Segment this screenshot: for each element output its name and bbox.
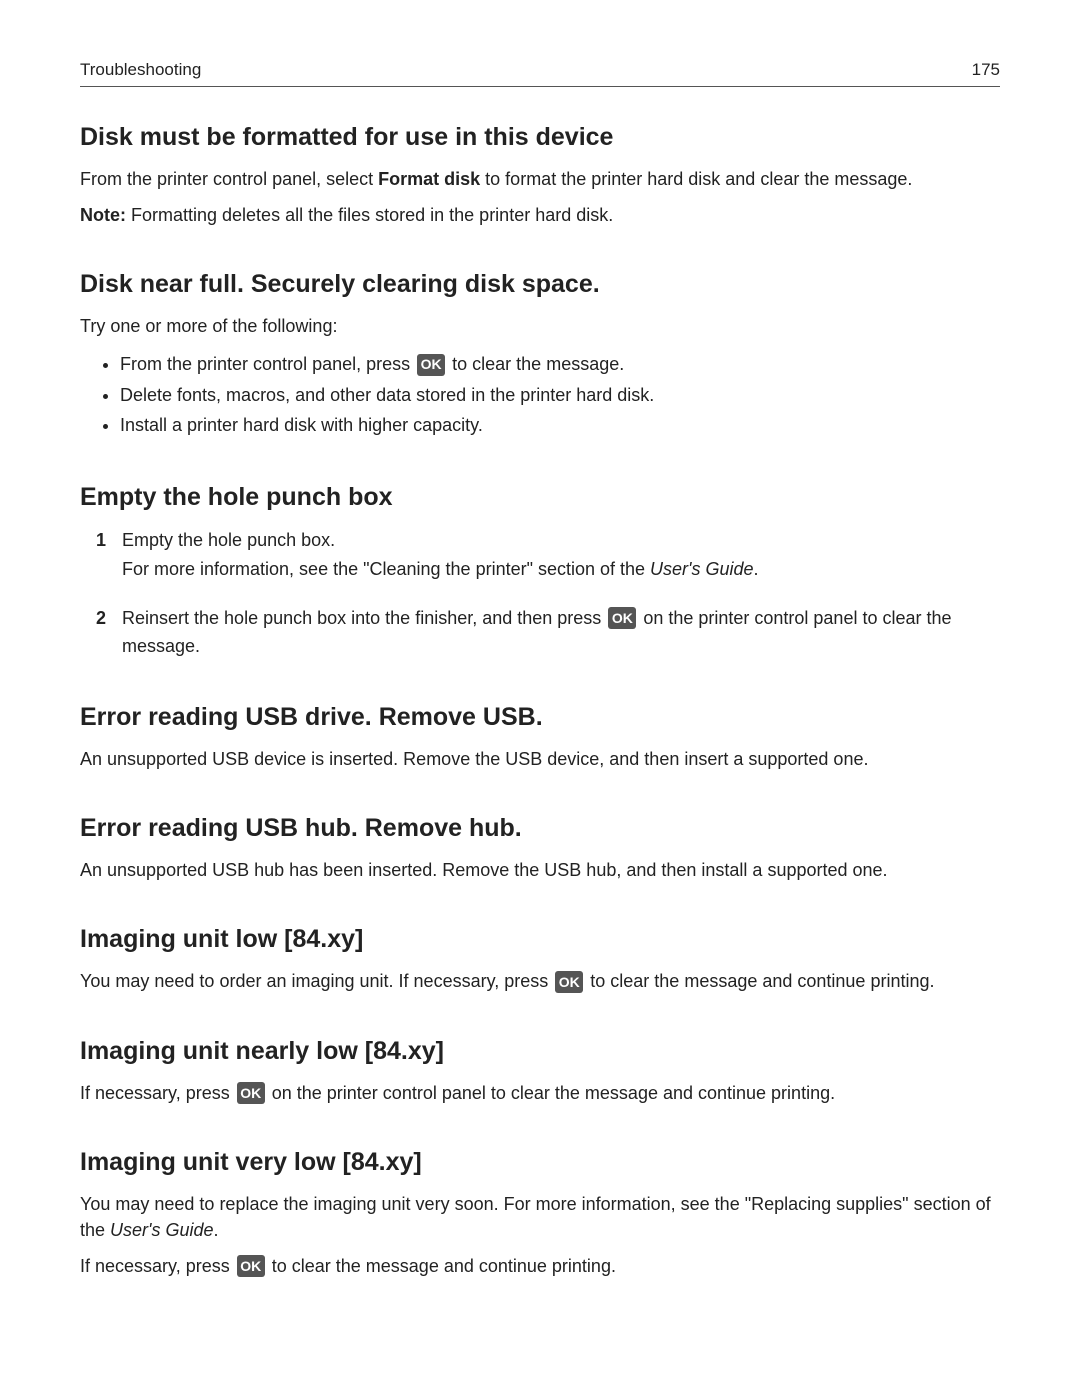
text-fragment: Empty the hole punch box. — [122, 530, 335, 550]
text-usb-drive: An unsupported USB device is inserted. R… — [80, 746, 1000, 772]
text-fragment: If necessary, press — [80, 1256, 235, 1276]
text-try-intro: Try one or more of the following: — [80, 313, 1000, 339]
text-fragment: to clear the message. — [447, 354, 624, 374]
heading-disk-near-full: Disk near full. Securely clearing disk s… — [80, 270, 1000, 299]
page-header: Troubleshooting 175 — [80, 60, 1000, 87]
text-disk-format-note: Note: Formatting deletes all the files s… — [80, 202, 1000, 228]
text-fragment: From the printer control panel, press — [120, 354, 415, 374]
list-item: From the printer control panel, press OK… — [120, 349, 1000, 380]
list-item: Install a printer hard disk with higher … — [120, 410, 1000, 441]
heading-usb-hub-error: Error reading USB hub. Remove hub. — [80, 814, 1000, 843]
heading-usb-drive-error: Error reading USB drive. Remove USB. — [80, 703, 1000, 732]
bullet-list-disk: From the printer control panel, press OK… — [80, 349, 1000, 441]
text-imaging-very-low-2: If necessary, press OK to clear the mess… — [80, 1253, 1000, 1279]
text-fragment: . — [214, 1220, 219, 1240]
text-italic-users-guide: User's Guide — [650, 559, 753, 579]
ok-button-icon: OK — [555, 971, 583, 993]
text-imaging-low: You may need to order an imaging unit. I… — [80, 968, 1000, 994]
text-fragment: Formatting deletes all the files stored … — [126, 205, 613, 225]
ordered-list-hole-punch: Empty the hole punch box. For more infor… — [80, 526, 1000, 661]
text-fragment: on the printer control panel to clear th… — [267, 1083, 835, 1103]
note-label: Note: — [80, 205, 126, 225]
text-fragment: If necessary, press — [80, 1083, 235, 1103]
ok-button-icon: OK — [608, 607, 636, 629]
heading-disk-format: Disk must be formatted for use in this d… — [80, 123, 1000, 152]
text-fragment: . — [754, 559, 759, 579]
page-number: 175 — [972, 60, 1000, 80]
text-fragment: to clear the message and continue printi… — [267, 1256, 616, 1276]
list-item: Delete fonts, macros, and other data sto… — [120, 380, 1000, 411]
text-imaging-very-low-1: You may need to replace the imaging unit… — [80, 1191, 1000, 1243]
text-fragment: to format the printer hard disk and clea… — [480, 169, 912, 189]
header-title: Troubleshooting — [80, 60, 201, 80]
ok-button-icon: OK — [237, 1255, 265, 1277]
text-fragment: From the printer control panel, select — [80, 169, 378, 189]
text-bold-format-disk: Format disk — [378, 169, 480, 189]
text-disk-format-1: From the printer control panel, select F… — [80, 166, 1000, 192]
list-item: Empty the hole punch box. For more infor… — [100, 526, 1000, 584]
document-page: Troubleshooting 175 Disk must be formatt… — [0, 0, 1080, 1397]
ok-button-icon: OK — [237, 1082, 265, 1104]
text-fragment: For more information, see the "Cleaning … — [122, 559, 650, 579]
text-imaging-nearly-low: If necessary, press OK on the printer co… — [80, 1080, 1000, 1106]
text-italic-users-guide: User's Guide — [110, 1220, 213, 1240]
text-fragment: Reinsert the hole punch box into the fin… — [122, 608, 606, 628]
heading-hole-punch: Empty the hole punch box — [80, 483, 1000, 512]
text-fragment: You may need to order an imaging unit. I… — [80, 971, 553, 991]
list-item: Reinsert the hole punch box into the fin… — [100, 604, 1000, 662]
heading-imaging-very-low: Imaging unit very low [84.xy] — [80, 1148, 1000, 1177]
heading-imaging-low: Imaging unit low [84.xy] — [80, 925, 1000, 954]
text-fragment: to clear the message and continue printi… — [585, 971, 934, 991]
heading-imaging-nearly-low: Imaging unit nearly low [84.xy] — [80, 1037, 1000, 1066]
text-usb-hub: An unsupported USB hub has been inserted… — [80, 857, 1000, 883]
ok-button-icon: OK — [417, 354, 445, 376]
